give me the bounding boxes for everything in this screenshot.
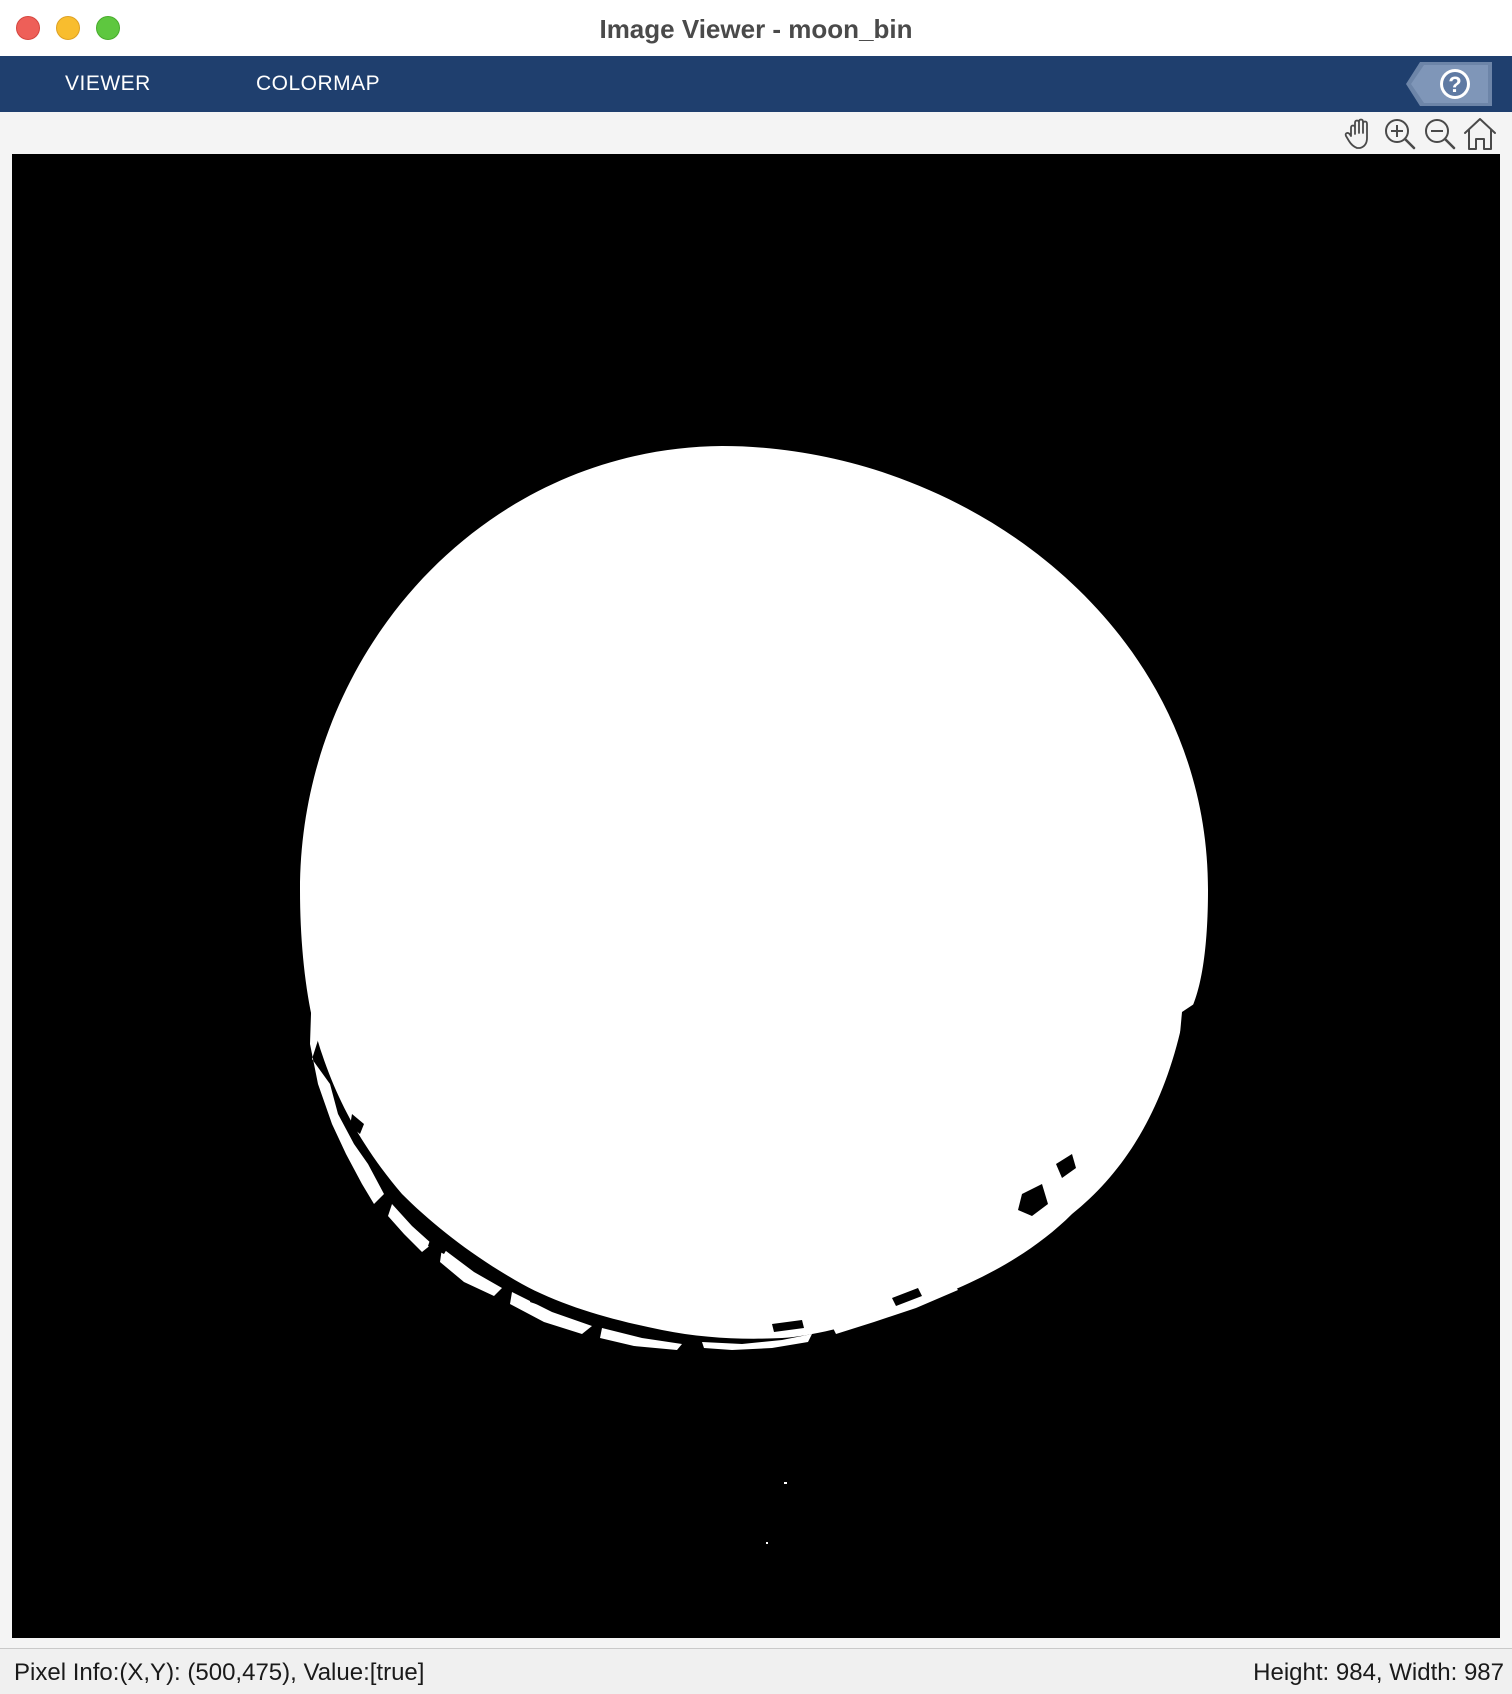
pan-button[interactable] (1342, 116, 1378, 152)
zoom-in-button[interactable] (1382, 116, 1418, 152)
moon-binary-image (12, 154, 1500, 1638)
toolbar (0, 112, 1512, 152)
window-title: Image Viewer - moon_bin (599, 14, 913, 44)
status-bar: Pixel Info:(X,Y): (500,475), Value:[true… (0, 1648, 1512, 1694)
pixel-info: Pixel Info:(X,Y): (500,475), Value:[true… (14, 1659, 425, 1686)
help-icon: ? (1406, 62, 1492, 106)
zoom-out-icon (1425, 119, 1456, 150)
image-viewer-window: Image Viewer - moon_bin VIEWER COLORMAP … (0, 0, 1512, 1694)
help-button[interactable]: ? (1406, 62, 1492, 106)
title-bar: Image Viewer - moon_bin (0, 0, 1512, 57)
home-button[interactable] (1462, 116, 1498, 152)
pan-hand-icon (1344, 118, 1368, 149)
zoom-in-icon (1385, 119, 1416, 150)
tab-viewer[interactable]: VIEWER (65, 72, 151, 96)
home-icon (1464, 118, 1496, 150)
image-canvas[interactable] (12, 154, 1500, 1638)
tab-strip: VIEWER COLORMAP ? (0, 56, 1512, 112)
image-dimensions: Height: 984, Width: 987 (1253, 1659, 1504, 1686)
tab-colormap[interactable]: COLORMAP (256, 72, 380, 96)
zoom-out-button[interactable] (1422, 116, 1458, 152)
svg-text:?: ? (1448, 72, 1461, 97)
